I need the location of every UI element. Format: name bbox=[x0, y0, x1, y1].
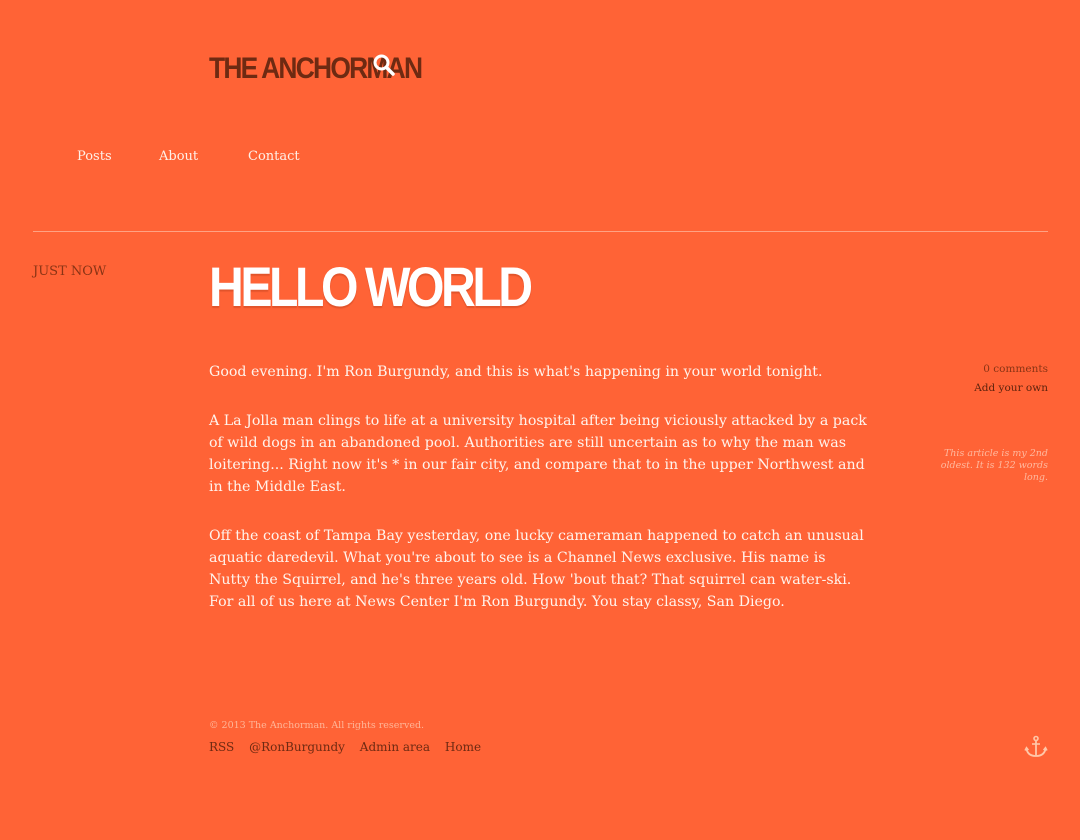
post-title[interactable]: HELLO WORLD bbox=[209, 254, 533, 320]
comments-count: 0 comments bbox=[983, 363, 1048, 375]
nav-item-about[interactable]: About bbox=[159, 148, 198, 166]
post-date: Just now bbox=[33, 264, 107, 279]
article-note: This article is my 2nd oldest. It is 132… bbox=[940, 448, 1048, 483]
post-body: Good evening. I'm Ron Burgundy, and this… bbox=[209, 361, 869, 640]
add-comment-link[interactable]: Add your own bbox=[908, 379, 1048, 398]
post-meta: 0 comments Add your own bbox=[908, 360, 1048, 398]
footer-links: RSS @RonBurgundy Admin area Home bbox=[209, 739, 492, 756]
post-paragraph: Off the coast of Tampa Bay yesterday, on… bbox=[209, 528, 864, 610]
post-paragraph: Good evening. I'm Ron Burgundy, and this… bbox=[209, 364, 823, 380]
copyright: © 2013 The Anchorman. All rights reserve… bbox=[209, 720, 425, 731]
post-paragraph: A La Jolla man clings to life at a unive… bbox=[209, 413, 867, 495]
search-icon[interactable] bbox=[372, 53, 396, 77]
anchor-icon[interactable] bbox=[1024, 735, 1048, 759]
header-divider bbox=[33, 231, 1048, 232]
footer-link-rss[interactable]: RSS bbox=[209, 740, 234, 754]
footer-link-home[interactable]: Home bbox=[445, 740, 481, 754]
footer-link-twitter[interactable]: @RonBurgundy bbox=[249, 740, 345, 754]
footer-link-admin[interactable]: Admin area bbox=[360, 740, 430, 754]
nav-item-posts[interactable]: Posts bbox=[77, 148, 112, 166]
nav-item-contact[interactable]: Contact bbox=[248, 148, 300, 166]
